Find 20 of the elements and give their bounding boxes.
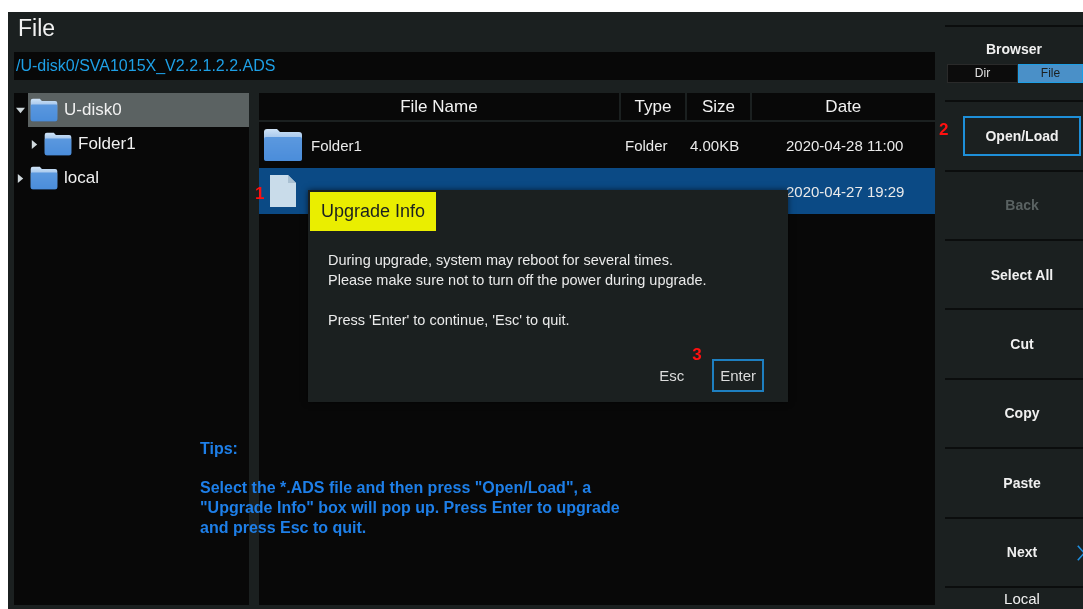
step-number: 2 [939,120,949,141]
browser-title: Browser [986,40,1042,57]
dialog-message: Press 'Enter' to continue, 'Esc' to quit. [328,311,571,330]
table-cell: 2020-04-28 11:00 [786,136,904,154]
table-cell: 2020-04-27 19:29 [786,182,905,200]
dialog-message: During upgrade, system may reboot for several times. Please make sure not to turn off the power during upgrade. [328,251,708,290]
column-header: Date [749,93,935,120]
tips-text: Select the *.ADS file and then press "Open/Load", a "Upgrade Info" box will pop up. Press Enter to upgrade and press Esc to quit. [200,478,620,538]
column-header: Size [685,93,750,120]
step-number: 1 [255,184,265,204]
table-cell: 4.00KB [690,136,740,154]
step-number: 3 [692,345,702,365]
file-path: /U-disk0/SVA1015X_V2.2.1.2.2.ADS [15,57,276,75]
window-title: File [17,14,56,43]
tips-title: Tips: [200,440,239,458]
column-header: File Name [399,96,479,118]
table-cell: Folder [625,136,668,154]
column-header: Type [618,93,686,120]
dialog-title: Upgrade Info [310,192,437,231]
file-name: Folder1 [311,136,362,154]
